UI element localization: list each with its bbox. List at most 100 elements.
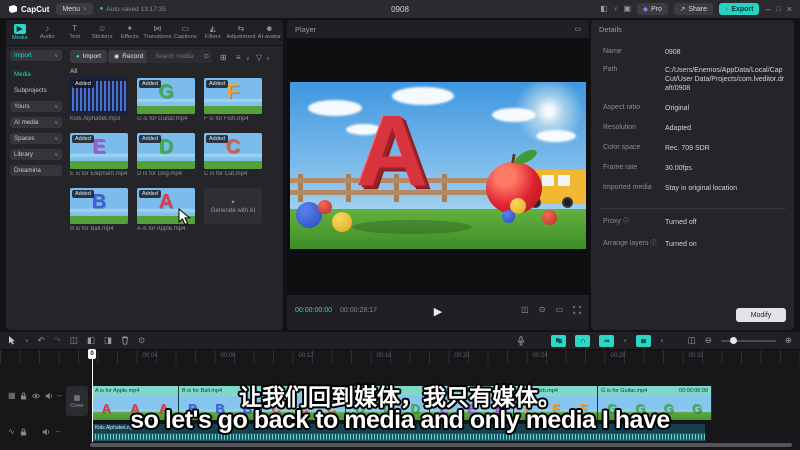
sidebar-item-yours[interactable]: Yours ∨ <box>10 101 62 112</box>
share-button[interactable]: ↗ Share <box>673 3 714 15</box>
export-button[interactable]: ↑ Export <box>719 3 760 15</box>
layout-toggle-icon[interactable]: ◧ <box>600 5 608 13</box>
record-button[interactable]: ◉ Record <box>108 50 150 63</box>
link-toggle[interactable]: ∞ <box>599 334 615 347</box>
media-item[interactable]: Added E E is for Elephant.mp4 <box>70 133 128 177</box>
generate-with-ai-card[interactable]: ✦ Generate with AI <box>204 188 262 224</box>
sidebar-item-subprojects[interactable]: Subprojects <box>10 85 62 96</box>
sort-icon[interactable]: ≡ <box>236 54 241 62</box>
timeline-toolbar: ∨ ↶ ↷ ◫ ◧ ◨ ⊙ ↹ ∩ ∞ ∨ ≣ ∨ ◫ ⊖ ⊕ <box>0 332 800 350</box>
focus-icon[interactable]: ⊙ <box>539 306 546 314</box>
snapshot-icon[interactable]: ◫ <box>521 306 529 314</box>
search-input[interactable] <box>153 52 201 61</box>
display-mode-icon[interactable]: ▭ <box>574 26 581 33</box>
added-badge: Added <box>139 190 161 198</box>
redo-icon[interactable]: ↷ <box>54 336 61 345</box>
tab-transitions[interactable]: ⋈ Transitions <box>143 20 171 45</box>
media-item[interactable]: Added F F is for Fish.mp4 <box>204 78 262 122</box>
tab-ai-avatar[interactable]: ☻ AI avatar <box>256 20 283 45</box>
chevron-down-icon: ∨ <box>54 52 58 59</box>
modify-button[interactable]: Modify <box>736 308 786 322</box>
ai-avatar-icon: ☻ <box>265 24 274 33</box>
snap-toggle[interactable]: ↹ <box>551 334 567 347</box>
sidebar-item-ai-media[interactable]: AI media ∨ <box>10 117 62 128</box>
preview-letter-a: A <box>356 95 429 207</box>
video-preview: A <box>290 82 586 249</box>
audio-icon: ♪ <box>45 24 50 33</box>
tab-captions[interactable]: ▭ Captions <box>172 20 199 45</box>
video-preview-area: A <box>287 38 589 295</box>
voiceover-mic-icon[interactable] <box>517 335 525 346</box>
effects-icon: ✦ <box>126 24 134 33</box>
media-item[interactable]: Added Kids Alphabet.mp3 <box>70 78 128 122</box>
magnet-toggle[interactable]: ∩ <box>575 334 591 347</box>
sidebar-item-media[interactable]: Media <box>10 69 62 80</box>
trim-right-icon[interactable]: ◨ <box>104 336 112 345</box>
sidebar-item-library[interactable]: Library ∨ <box>10 149 62 160</box>
chevron-down-icon[interactable]: ∨ <box>614 6 618 12</box>
pro-diamond-icon: ◆ <box>643 6 649 13</box>
menu-button[interactable]: Menu ∨ <box>56 3 93 15</box>
import-button[interactable]: ● Import <box>70 50 108 63</box>
media-item[interactable]: Added B B is for Ball.mp4 <box>70 188 128 232</box>
added-badge: Added <box>72 80 94 88</box>
media-icon: ▶ <box>13 24 26 34</box>
zoom-slider-knob[interactable] <box>729 336 737 344</box>
minimize-button[interactable]: – <box>765 4 770 14</box>
chevron-down-icon[interactable]: ∨ <box>246 56 250 62</box>
zoom-in-icon[interactable]: ⊕ <box>785 336 792 345</box>
trim-left-icon[interactable]: ◧ <box>87 336 95 345</box>
added-badge: Added <box>72 135 94 143</box>
sidebar-item-dreamina[interactable]: Dreamina <box>10 165 62 176</box>
tab-media[interactable]: ▶ Media <box>6 20 33 45</box>
tab-text[interactable]: T Text <box>61 20 88 45</box>
info-icon[interactable]: ⓘ <box>623 219 629 225</box>
playhead-head[interactable]: 0 <box>88 349 96 359</box>
grid-view-icon[interactable]: ⊞ <box>220 54 227 62</box>
tab-audio[interactable]: ♪ Audio <box>33 20 60 45</box>
all-section-label[interactable]: All <box>70 68 77 75</box>
preview-axis-toggle[interactable]: ≣ <box>636 334 652 347</box>
sidebar-item-spaces[interactable]: Spaces ∨ <box>10 133 62 144</box>
search-visual-icon[interactable]: ⊙ <box>204 54 209 60</box>
keyframe-icon[interactable]: ⊙ <box>138 336 145 345</box>
autosave-dot-icon: ● <box>99 6 104 12</box>
tab-stickers[interactable]: ☺ Stickers <box>88 20 115 45</box>
chevron-down-icon: ∨ <box>54 135 58 142</box>
media-item[interactable]: Added D D is for Dog.mp4 <box>137 133 195 177</box>
multicam-icon[interactable]: ◫ <box>688 336 696 345</box>
media-item[interactable]: Added G G is for Guitar.mp4 <box>137 78 195 122</box>
split-icon[interactable]: ◫ <box>70 336 78 345</box>
detail-arrange-layers: Turned on <box>665 241 697 248</box>
chevron-down-icon[interactable]: ∨ <box>623 338 627 344</box>
pro-button[interactable]: ◆ Pro <box>637 3 668 15</box>
zoom-out-icon[interactable]: ⊖ <box>705 336 712 345</box>
media-item[interactable]: Added C C is for Cat.mp4 <box>204 133 262 177</box>
fullscreen-icon[interactable] <box>573 306 581 314</box>
chevron-down-icon[interactable]: ∨ <box>25 338 29 344</box>
timeline-zoom-slider[interactable] <box>720 336 776 344</box>
chevron-down-icon[interactable]: ∨ <box>266 56 270 62</box>
search-box[interactable]: ⊙ <box>146 50 212 63</box>
media-sidebar: Import ∨ Media Subprojects Yours ∨ AI medi… <box>6 50 62 181</box>
info-icon[interactable]: ⓘ <box>650 241 656 247</box>
timeline-ruler[interactable]: 00:04 00:08 00:12 00:16 00:20 00:24 00:2… <box>0 350 800 364</box>
delete-icon[interactable] <box>121 336 129 345</box>
tab-effects[interactable]: ✦ Effects <box>116 20 143 45</box>
import-icon: ● <box>76 53 80 60</box>
sidebar-item-import[interactable]: Import ∨ <box>10 50 62 61</box>
tab-filters[interactable]: ◭ Filters <box>199 20 226 45</box>
select-tool-icon[interactable] <box>8 336 16 345</box>
filter-icon[interactable]: ▽ <box>256 54 262 62</box>
undo-icon[interactable]: ↶ <box>38 336 45 345</box>
chevron-down-icon[interactable]: ∨ <box>660 338 664 344</box>
added-badge: Added <box>139 80 161 88</box>
maximize-button[interactable]: □ <box>777 6 781 13</box>
ratio-icon[interactable]: ▭ <box>555 306 563 314</box>
close-button[interactable]: × <box>787 4 792 14</box>
mouse-cursor <box>178 208 191 226</box>
tab-adjustment[interactable]: ⇆ Adjustment <box>227 20 256 45</box>
details-panel: Details Name 0908 Path C:/Users/Enemos/App… <box>591 20 794 330</box>
horizontal-scrollbar[interactable] <box>90 443 792 447</box>
panel-layout-icon[interactable]: ▣ <box>623 5 631 13</box>
